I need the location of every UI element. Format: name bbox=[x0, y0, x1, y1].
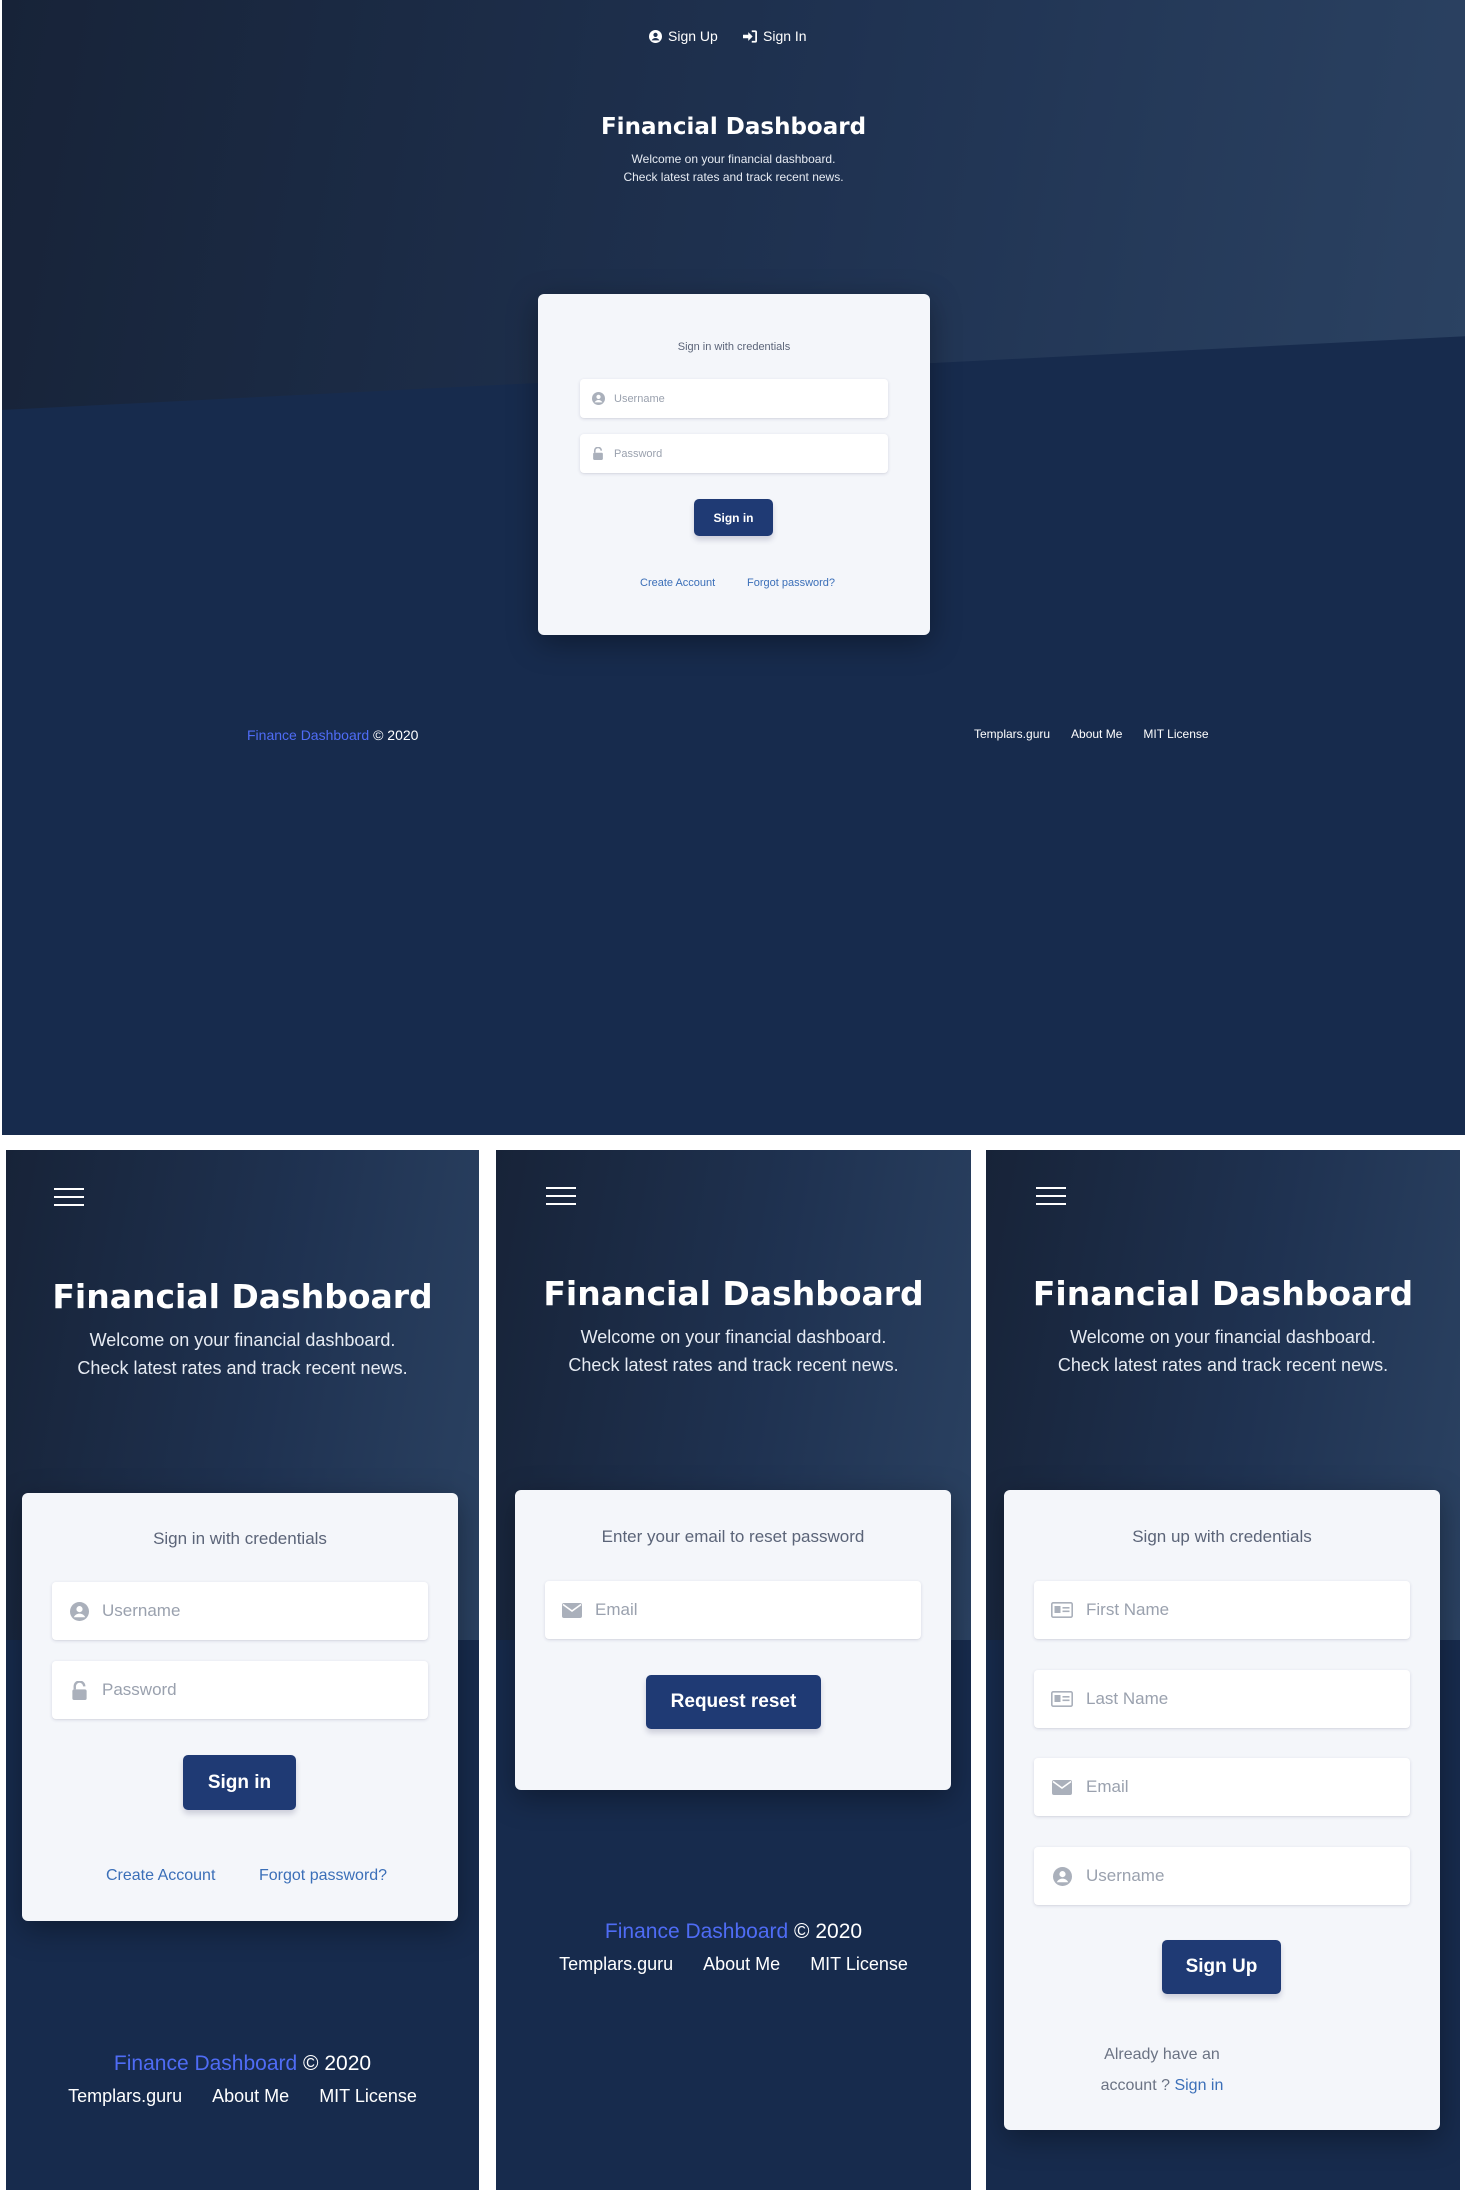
signin-card: Sign in with credentials Sign in Create … bbox=[538, 294, 930, 635]
lock-icon bbox=[68, 1680, 90, 1700]
signin-card-title: Sign in with credentials bbox=[153, 1529, 327, 1548]
already-account-text: Already have an account ? Sign in bbox=[1062, 2039, 1262, 2101]
forgot-password-link[interactable]: Forgot password? bbox=[259, 1867, 387, 1885]
footer-link-license[interactable]: MIT License bbox=[319, 2086, 417, 2107]
footer-copyright: Finance Dashboard © 2020 bbox=[6, 2052, 479, 2076]
footer-copyright-year: © 2020 bbox=[794, 1920, 863, 1943]
footer-link-about[interactable]: About Me bbox=[212, 2086, 289, 2107]
reset-card: Enter your email to reset password Reque… bbox=[515, 1490, 951, 1790]
last-name-field[interactable] bbox=[1034, 1669, 1410, 1729]
footer-link-license[interactable]: MIT License bbox=[810, 1954, 908, 1975]
username-field[interactable] bbox=[580, 378, 888, 419]
lock-icon bbox=[590, 447, 606, 460]
footer-links: Templars.guru About Me MIT License bbox=[6, 2086, 479, 2107]
footer-brand-link[interactable]: Finance Dashboard bbox=[605, 1920, 788, 1943]
password-field[interactable] bbox=[580, 433, 888, 474]
signin-button[interactable]: Sign in bbox=[183, 1755, 296, 1810]
email-field[interactable] bbox=[545, 1580, 921, 1640]
footer-link-templars[interactable]: Templars.guru bbox=[974, 727, 1050, 741]
signup-button[interactable]: Sign Up bbox=[1162, 1940, 1281, 1994]
hero-subtitle-line1: Welcome on your financial dashboard. bbox=[580, 1327, 887, 1347]
username-input[interactable] bbox=[100, 1581, 428, 1641]
nav-signup-label: Sign Up bbox=[668, 28, 718, 44]
signin-link[interactable]: Sign in bbox=[1174, 2077, 1223, 2094]
footer-link-about[interactable]: About Me bbox=[1071, 727, 1122, 741]
email-input[interactable] bbox=[1084, 1757, 1410, 1817]
id-card-icon bbox=[1050, 1602, 1074, 1618]
page-title: Financial Dashboard bbox=[1032, 1274, 1414, 1313]
hero-subtitle-line1: Welcome on your financial dashboard. bbox=[631, 152, 836, 166]
signup-card-title: Sign up with credentials bbox=[1132, 1527, 1312, 1546]
nav-signup-link[interactable]: Sign Up bbox=[649, 28, 718, 44]
envelope-icon bbox=[561, 1602, 583, 1618]
sign-in-icon bbox=[743, 29, 757, 43]
last-name-input[interactable] bbox=[1084, 1669, 1410, 1729]
footer-links: Templars.guru About Me MIT License bbox=[974, 727, 1209, 741]
footer-copyright-year: © 2020 bbox=[373, 727, 419, 743]
footer-link-about[interactable]: About Me bbox=[703, 1954, 780, 1975]
email-input[interactable] bbox=[593, 1580, 921, 1640]
first-name-field[interactable] bbox=[1034, 1580, 1410, 1640]
user-circle-icon bbox=[649, 29, 662, 43]
username-field[interactable] bbox=[52, 1581, 428, 1641]
hero-subtitle-line1: Welcome on your financial dashboard. bbox=[1070, 1327, 1376, 1347]
user-icon bbox=[1050, 1866, 1074, 1886]
password-field[interactable] bbox=[52, 1660, 428, 1720]
footer-copyright-year: © 2020 bbox=[303, 2052, 372, 2075]
signup-card: Sign up with credentials Sign Up bbox=[1004, 1490, 1440, 2130]
mobile-signup-page: Financial Dashboard Welcome on your fina… bbox=[986, 1150, 1460, 2190]
page-title: Financial Dashboard bbox=[600, 114, 867, 140]
footer-link-templars[interactable]: Templars.guru bbox=[68, 2086, 182, 2107]
signin-button[interactable]: Sign in bbox=[694, 499, 773, 536]
request-reset-button[interactable]: Request reset bbox=[646, 1675, 821, 1729]
forgot-password-link[interactable]: Forgot password? bbox=[747, 577, 835, 589]
desktop-signin-page: Sign Up Sign In Financial Dashboard Welc… bbox=[2, 0, 1465, 1135]
footer-link-license[interactable]: MIT License bbox=[1143, 727, 1208, 741]
email-field[interactable] bbox=[1034, 1757, 1410, 1817]
mobile-reset-page: Financial Dashboard Welcome on your fina… bbox=[496, 1150, 971, 2190]
hero-subtitle-line1: Welcome on your financial dashboard. bbox=[89, 1330, 396, 1350]
hero-subtitle-line2: Check latest rates and track recent news… bbox=[568, 1355, 899, 1375]
id-card-icon bbox=[1050, 1691, 1074, 1707]
footer-brand-link[interactable]: Finance Dashboard bbox=[114, 2052, 297, 2075]
signin-card-title: Sign in with credentials bbox=[677, 341, 791, 353]
create-account-link[interactable]: Create Account bbox=[640, 577, 715, 589]
user-icon bbox=[68, 1601, 90, 1621]
footer-copyright: Finance Dashboard © 2020 bbox=[496, 1920, 971, 1944]
signin-card: Sign in with credentials Sign in Create … bbox=[22, 1493, 458, 1921]
first-name-input[interactable] bbox=[1084, 1580, 1410, 1640]
page-title: Financial Dashboard bbox=[52, 1277, 433, 1316]
hero-subtitle-line2: Check latest rates and track recent news… bbox=[623, 170, 844, 184]
mobile-signin-page: Financial Dashboard Welcome on your fina… bbox=[6, 1150, 479, 2190]
hero-subtitle-line2: Check latest rates and track recent news… bbox=[1057, 1355, 1389, 1375]
nav-signin-label: Sign In bbox=[763, 28, 807, 44]
envelope-icon bbox=[1050, 1779, 1074, 1795]
already-account-line2: account ? bbox=[1100, 2077, 1170, 2094]
password-input[interactable] bbox=[100, 1660, 428, 1720]
nav-signin-link[interactable]: Sign In bbox=[743, 28, 807, 44]
hamburger-menu-icon[interactable] bbox=[1036, 1187, 1066, 1205]
footer-copyright: Finance Dashboard © 2020 bbox=[247, 727, 418, 743]
already-account-line1: Already have an bbox=[1104, 2046, 1220, 2063]
create-account-link[interactable]: Create Account bbox=[106, 1867, 215, 1885]
hamburger-menu-icon[interactable] bbox=[546, 1187, 576, 1205]
page-title: Financial Dashboard bbox=[543, 1274, 924, 1313]
user-icon bbox=[590, 392, 606, 405]
hero-subtitle-line2: Check latest rates and track recent news… bbox=[77, 1358, 408, 1378]
username-field[interactable] bbox=[1034, 1846, 1410, 1906]
hamburger-menu-icon[interactable] bbox=[54, 1188, 84, 1206]
footer-link-templars[interactable]: Templars.guru bbox=[559, 1954, 673, 1975]
footer-brand-link[interactable]: Finance Dashboard bbox=[247, 727, 369, 743]
footer-links: Templars.guru About Me MIT License bbox=[496, 1954, 971, 1975]
password-input[interactable] bbox=[612, 433, 888, 474]
username-input[interactable] bbox=[612, 378, 888, 419]
username-input[interactable] bbox=[1084, 1846, 1410, 1906]
reset-card-title: Enter your email to reset password bbox=[601, 1527, 865, 1546]
